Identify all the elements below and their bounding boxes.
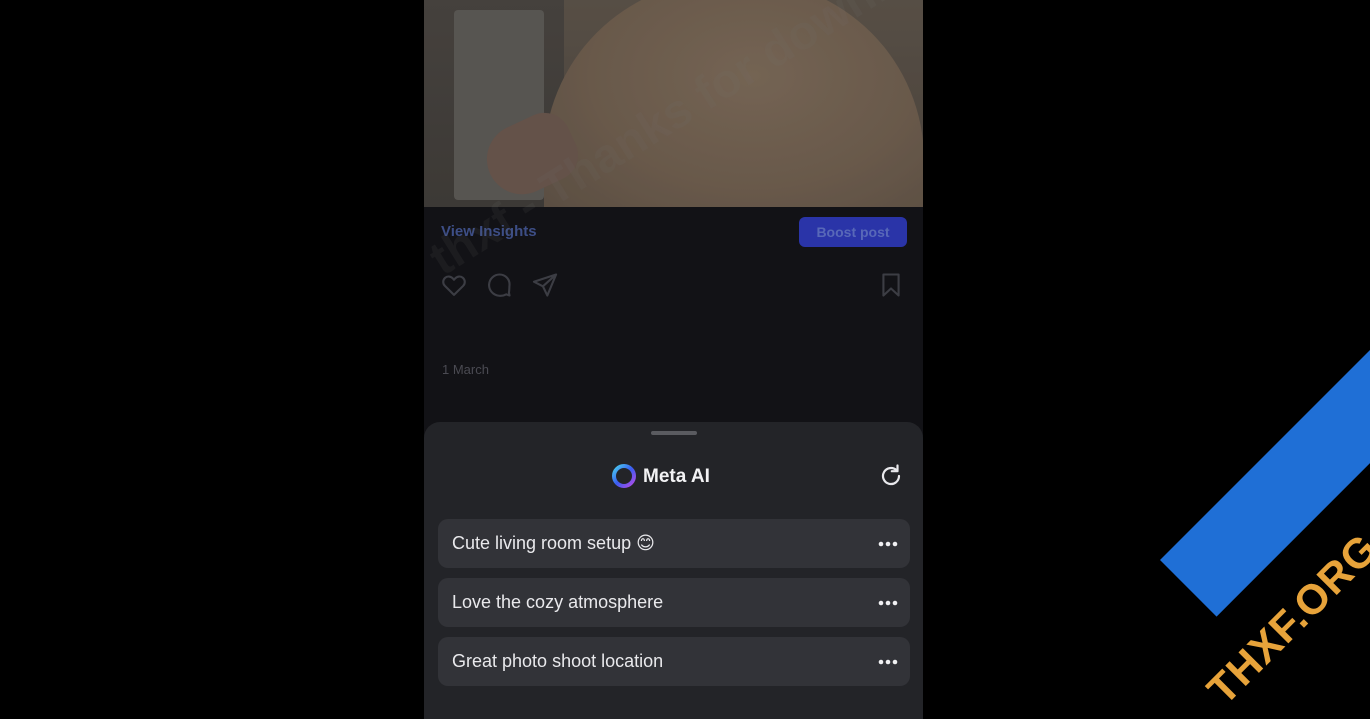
suggestion-text: Love the cozy atmosphere <box>452 592 664 612</box>
meta-ai-ring-icon <box>612 464 636 488</box>
meta-ai-sheet: Meta AI Cute living room setup 😊 Love th… <box>424 422 923 719</box>
sheet-header: Meta AI <box>424 458 923 494</box>
view-insights-link[interactable]: View Insights <box>441 223 537 240</box>
suggestion-item[interactable]: Cute living room setup 😊 <box>438 519 910 568</box>
suggestion-item[interactable]: Love the cozy atmosphere <box>438 578 910 627</box>
more-options-icon[interactable] <box>878 541 898 547</box>
boost-post-button[interactable]: Boost post <box>799 217 907 247</box>
post-actions <box>424 262 923 306</box>
sheet-drag-handle[interactable] <box>651 431 697 435</box>
more-options-icon[interactable] <box>878 600 898 606</box>
send-icon[interactable] <box>531 271 559 299</box>
suggestion-item[interactable]: Great photo shoot location <box>438 637 910 686</box>
sheet-title: Meta AI <box>643 466 710 487</box>
photo-dim-overlay <box>424 0 923 207</box>
more-options-icon[interactable] <box>878 659 898 665</box>
phone-screen: View Insights Boost post 1 March Meta AI… <box>424 0 923 719</box>
post-photo[interactable] <box>424 0 923 207</box>
heart-icon[interactable] <box>440 271 468 299</box>
suggestion-text: Cute living room setup 😊 <box>452 533 655 553</box>
comment-icon[interactable] <box>485 271 513 299</box>
post-insights-bar: View Insights Boost post <box>424 207 923 257</box>
refresh-icon[interactable] <box>877 462 905 490</box>
bookmark-icon[interactable] <box>877 271 905 299</box>
post-date: 1 March <box>442 362 489 377</box>
suggestion-text: Great photo shoot location <box>452 651 664 671</box>
